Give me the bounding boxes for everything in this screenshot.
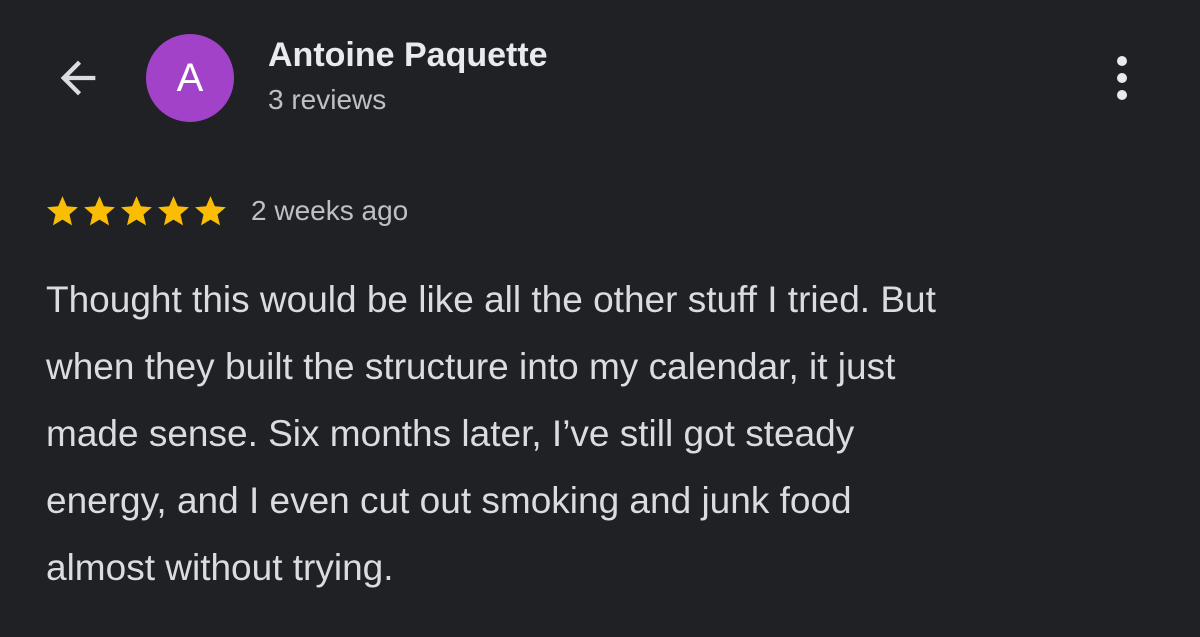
review-date: 2 weeks ago (251, 195, 409, 226)
avatar-letter: A (176, 55, 204, 100)
review-text: Thought this would be like all the other… (46, 266, 1166, 601)
star-icon (121, 195, 152, 225)
star-icon (47, 195, 78, 225)
more-vert-icon (1117, 56, 1127, 66)
star-icon (195, 195, 226, 225)
star-rating (44, 193, 229, 230)
avatar[interactable]: A (146, 34, 234, 122)
star-icon (84, 195, 115, 225)
review-text-line: almost without trying. (46, 547, 394, 588)
review-text-line: made sense. Six months later, I’ve still… (46, 413, 855, 454)
more-options-button[interactable] (1098, 52, 1146, 104)
back-button[interactable] (46, 50, 110, 106)
arrow-back-icon (60, 60, 96, 96)
review-text-line: energy, and I even cut out smoking and j… (46, 480, 852, 521)
author-name[interactable]: Antoine Paquette (268, 36, 548, 75)
review-text-line: when they built the structure into my ca… (46, 346, 896, 387)
review-count: 3 reviews (268, 84, 387, 115)
star-icon (158, 195, 189, 225)
rating-row: 2 weeks ago (44, 190, 408, 232)
review-text-line: Thought this would be like all the other… (46, 279, 936, 320)
